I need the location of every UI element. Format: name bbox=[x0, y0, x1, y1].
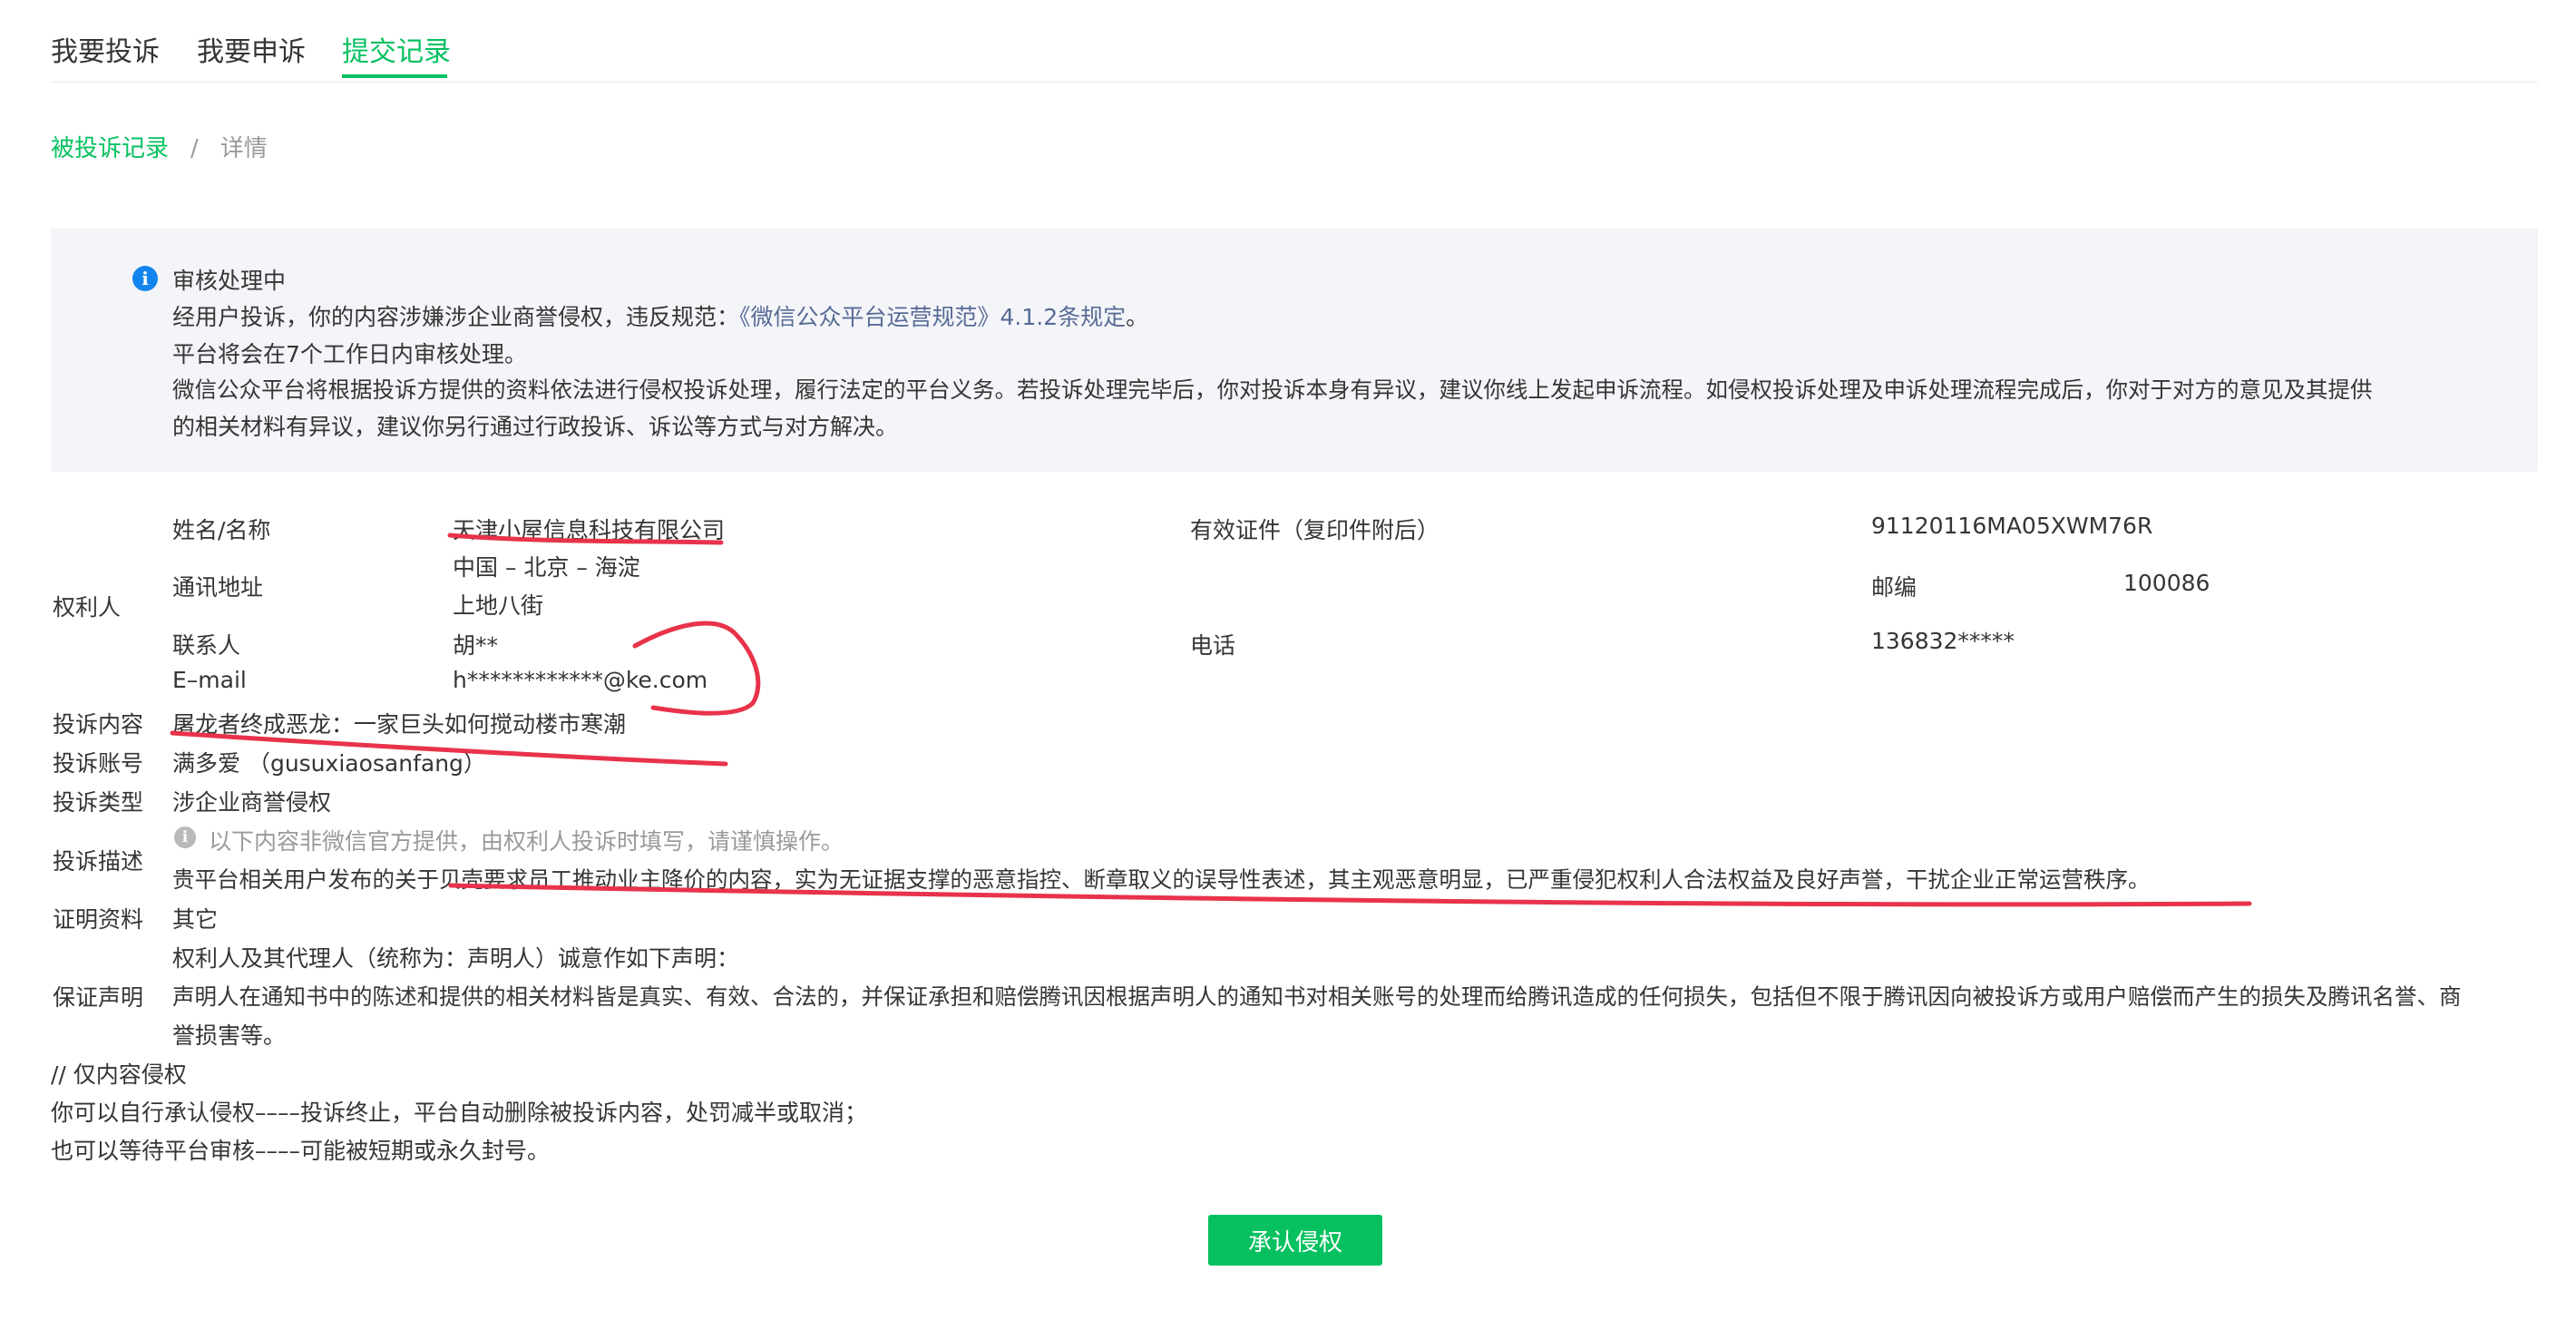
regulation-link[interactable]: 《微信公众平台运营规范》4.1.2条规定 bbox=[739, 304, 1126, 330]
breadcrumb-current: 详情 bbox=[220, 135, 268, 162]
note-line-1: // 仅内容侵权 bbox=[51, 1061, 187, 1088]
notice-line-1: 经用户投诉，你的内容涉嫌涉企业商誉侵权，违反规范：《微信公众平台运营规范》4.1… bbox=[172, 304, 1149, 330]
email-label: E–mail bbox=[172, 667, 247, 693]
notice-line-3: 微信公众平台将根据投诉方提供的资料依法进行侵权投诉处理，履行法定的平台义务。若投… bbox=[172, 377, 2373, 403]
note-line-2: 你可以自行承认侵权––––投诉终止，平台自动删除被投诉内容，处罚减半或取消； bbox=[51, 1100, 868, 1126]
contact-value: 胡** bbox=[453, 632, 499, 659]
complaint-description-value: 贵平台相关用户发布的关于贝壳要求员工推动业主降价的内容，实为无证据支撑的恶意指控… bbox=[172, 866, 2151, 893]
email-value: h************@ke.com bbox=[453, 667, 708, 693]
notice-title: 审核处理中 bbox=[172, 268, 287, 294]
breadcrumb-link-complaint-records[interactable]: 被投诉记录 bbox=[51, 135, 169, 162]
guarantee-line-1: 权利人及其代理人（统称为：声明人）诚意作如下声明： bbox=[172, 945, 740, 972]
tab-appeal[interactable]: 我要申诉 bbox=[197, 29, 306, 69]
guarantee-line-2: 声明人在通知书中的陈述和提供的相关材料皆是真实、有效、合法的，并保证承担和赔偿腾… bbox=[172, 983, 2462, 1010]
evidence-label: 证明资料 bbox=[53, 906, 144, 933]
complaint-type-label: 投诉类型 bbox=[53, 789, 144, 816]
tab-complain[interactable]: 我要投诉 bbox=[51, 29, 160, 69]
guarantee-label: 保证声明 bbox=[53, 984, 144, 1011]
active-tab-indicator bbox=[342, 74, 447, 78]
complaint-description-label: 投诉描述 bbox=[53, 848, 144, 875]
name-label: 姓名/名称 bbox=[172, 517, 271, 543]
address-line-1: 中国 – 北京 – 海淀 bbox=[453, 554, 640, 581]
complaint-content-value: 屠龙者终成恶龙：一家巨头如何搅动楼市寒潮 bbox=[172, 711, 627, 738]
info-icon: i bbox=[174, 826, 196, 848]
complaint-account-value: 满多爱 （gusuxiaosanfang） bbox=[172, 750, 486, 777]
tab-submission-records[interactable]: 提交记录 bbox=[342, 29, 451, 69]
postcode-value: 100086 bbox=[2123, 570, 2210, 596]
complaint-content-label: 投诉内容 bbox=[53, 711, 144, 738]
guarantee-line-3: 誉损害等。 bbox=[172, 1022, 287, 1049]
certificate-value: 91120116MA05XWM76R bbox=[1871, 513, 2153, 539]
description-hint: 以下内容非微信官方提供，由权利人投诉时填写，请谨慎操作。 bbox=[209, 828, 844, 855]
postcode-label: 邮编 bbox=[1871, 574, 1917, 601]
notice-line-2: 平台将会在7个工作日内审核处理。 bbox=[172, 341, 527, 367]
breadcrumb-separator: / bbox=[190, 135, 199, 162]
breadcrumb: 被投诉记录 / 详情 bbox=[51, 130, 268, 163]
certificate-label: 有效证件（复印件附后） bbox=[1190, 517, 1440, 543]
rights-holder-section-label: 权利人 bbox=[53, 594, 122, 621]
tab-divider bbox=[51, 82, 2538, 83]
evidence-value: 其它 bbox=[172, 906, 219, 933]
note-line-3: 也可以等待平台审核––––可能被短期或永久封号。 bbox=[51, 1138, 551, 1164]
address-line-2: 上地八街 bbox=[453, 592, 544, 619]
red-annotation-overlay bbox=[170, 533, 2252, 907]
admit-infringement-button[interactable]: 承认侵权 bbox=[1208, 1215, 1382, 1266]
complaint-account-label: 投诉账号 bbox=[53, 750, 144, 777]
phone-value: 136832***** bbox=[1871, 628, 2015, 654]
name-value: 天津小屋信息科技有限公司 bbox=[453, 517, 726, 543]
info-icon: i bbox=[132, 266, 158, 291]
phone-label: 电话 bbox=[1190, 632, 1236, 659]
address-label: 通讯地址 bbox=[172, 574, 264, 601]
complaint-type-value: 涉企业商誉侵权 bbox=[172, 789, 332, 816]
notice-line-4: 的相关材料有异议，建议你另行通过行政投诉、诉讼等方式与对方解决。 bbox=[172, 414, 899, 440]
contact-label: 联系人 bbox=[172, 632, 241, 659]
